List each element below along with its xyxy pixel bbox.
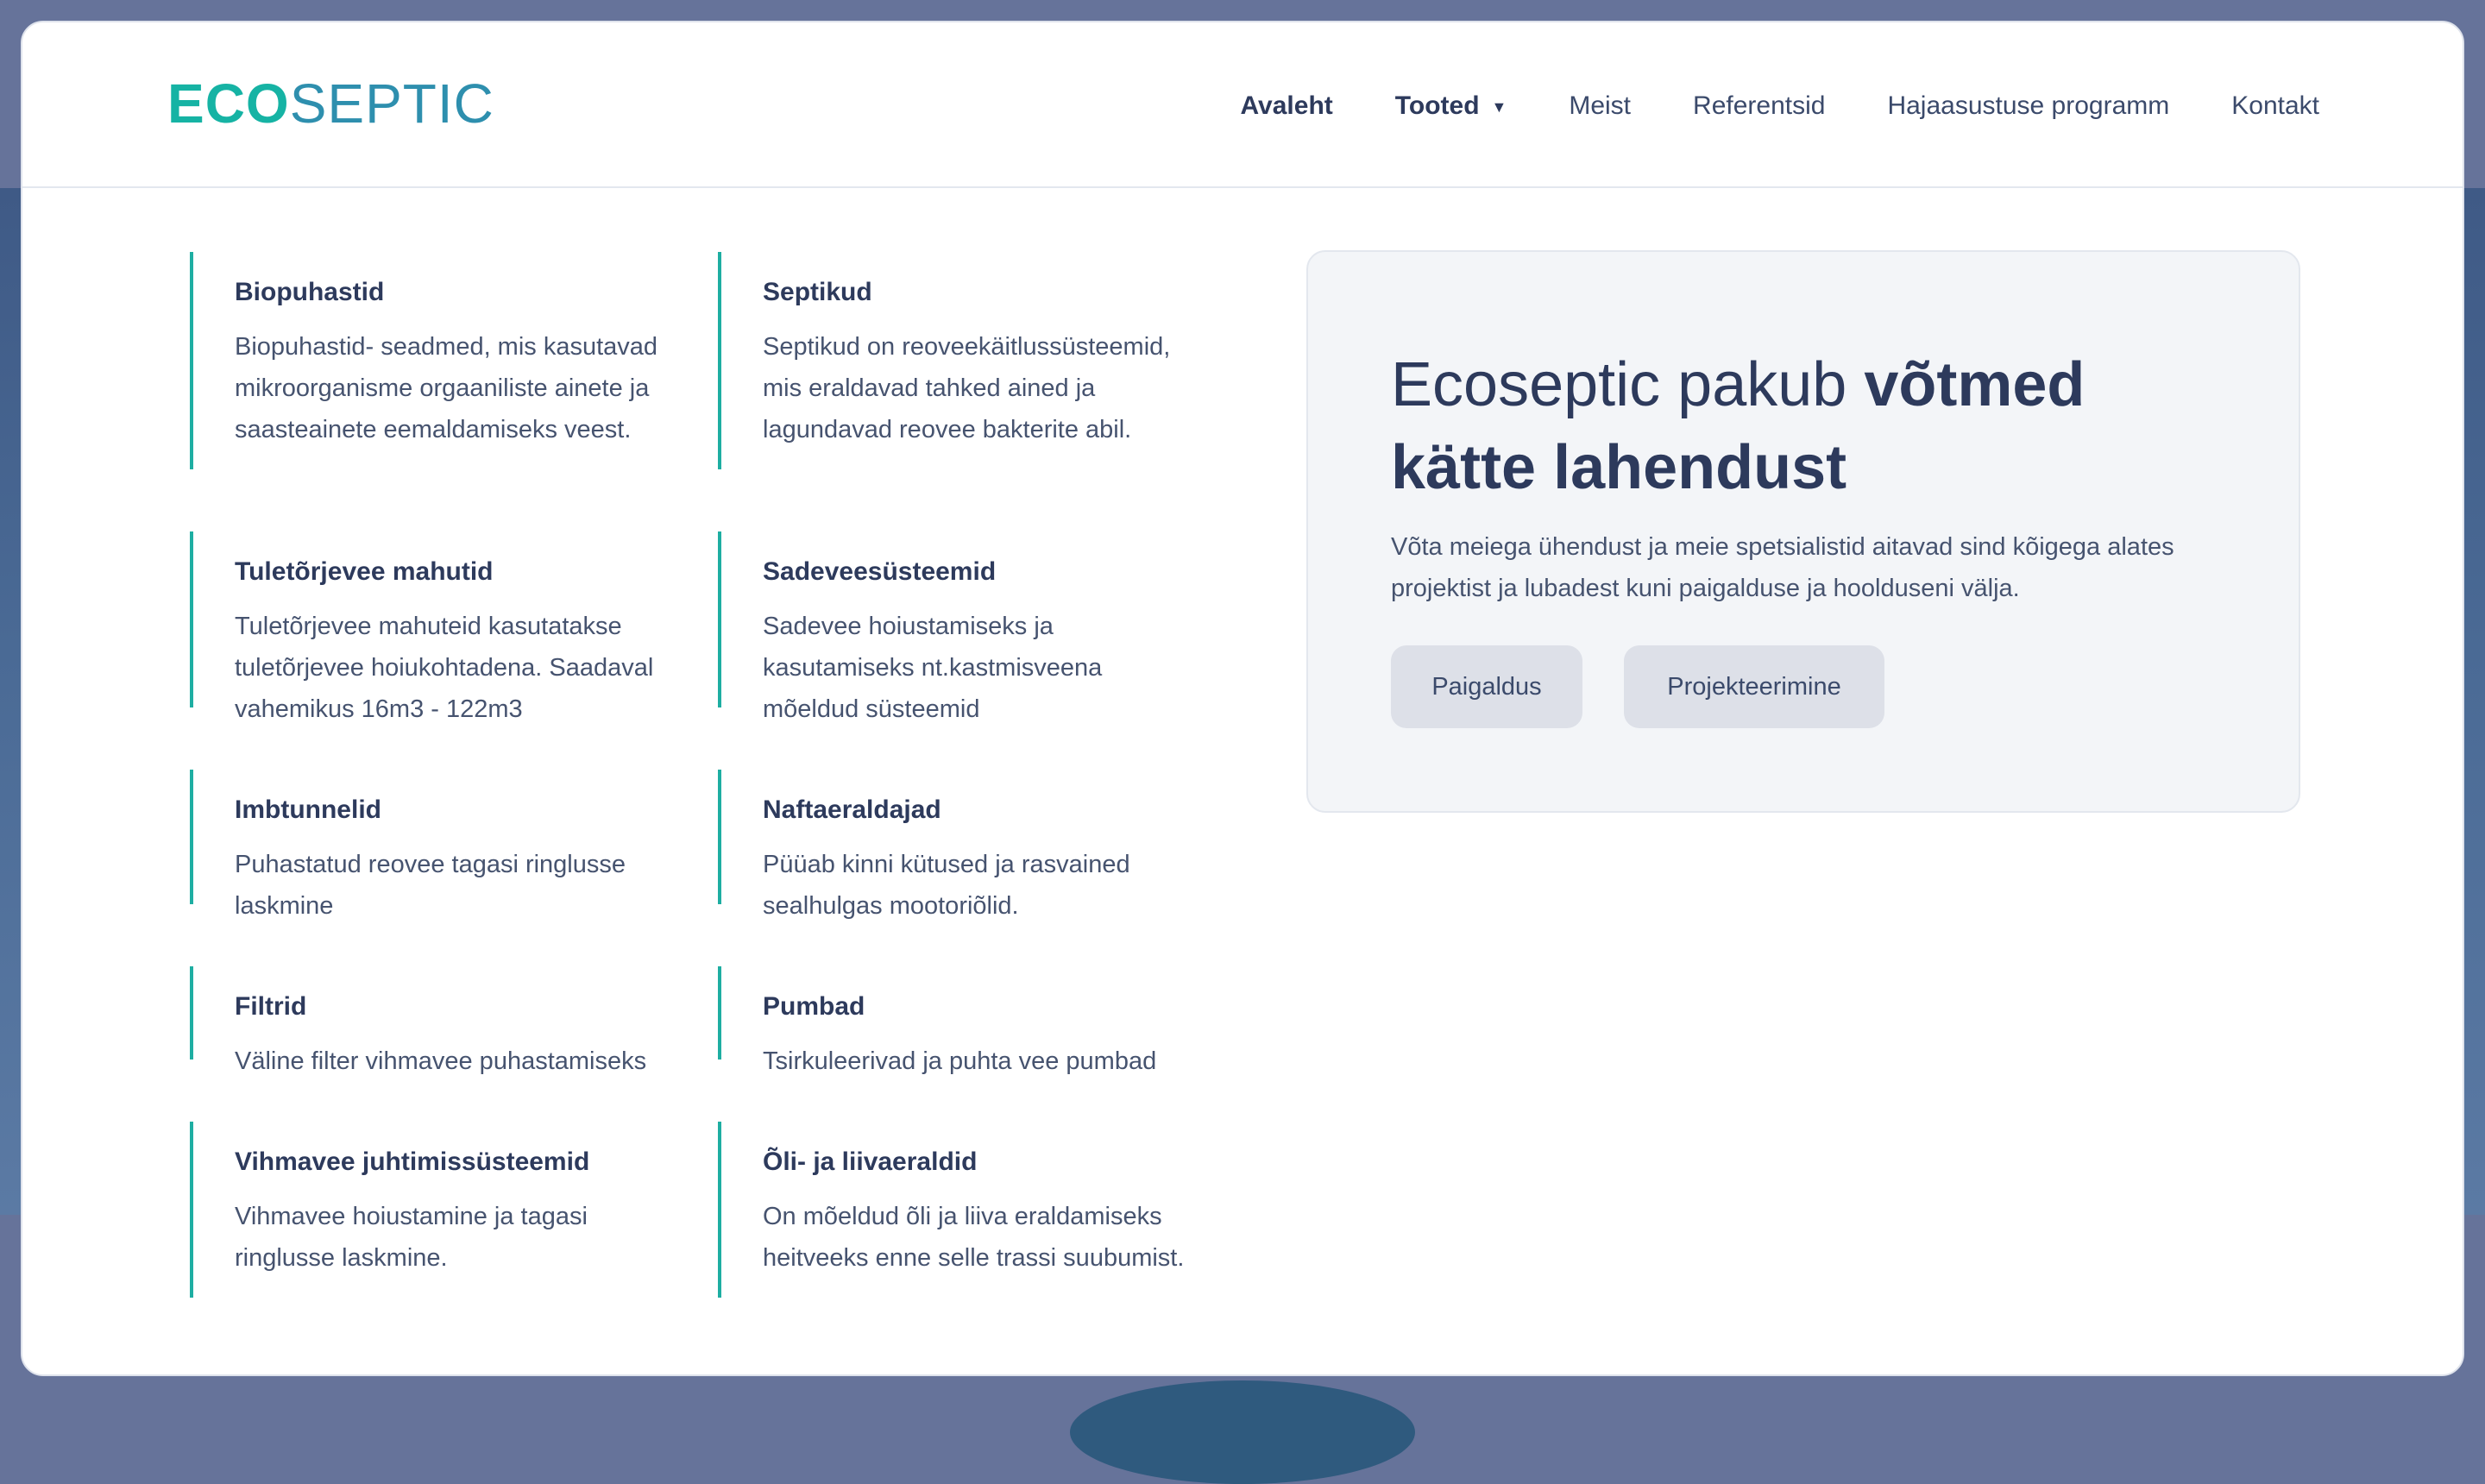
category-description: Biopuhastid- seadmed, mis kasutavad mikr… (235, 333, 658, 443)
category-description: Vihmavee hoiustamine ja tagasi ringlusse… (235, 1203, 588, 1272)
nav-item-avaleht[interactable]: Avaleht (1241, 91, 1333, 121)
category-imbtunnelid[interactable]: Imbtunnelid Puhastatud reovee tagasi rin… (190, 770, 673, 920)
promo-heading-text: Ecoseptic pakub (1391, 350, 1865, 419)
category-description: On mõeldud õli ja liiva eraldamiseks hei… (763, 1203, 1185, 1272)
nav-item-referentsid[interactable]: Referentsid (1693, 91, 1825, 121)
nav-item-hajaasustuse-programm[interactable]: Hajaasustuse programm (1887, 91, 2169, 121)
nav-item-meist[interactable]: Meist (1569, 91, 1631, 121)
category-oli-ja-liivaeraldid[interactable]: Õli- ja liivaeraldid On mõeldud õli ja l… (718, 1122, 1201, 1298)
nav-item-tooted[interactable]: Tooted ▼ (1395, 91, 1507, 121)
promo-heading-bold: võtmed (1864, 350, 2086, 419)
category-title: Imbtunnelid (235, 795, 381, 824)
background-shape (1070, 1380, 1415, 1484)
main-nav: Avaleht Tooted ▼ Meist Referentsid Hajaas… (1241, 91, 2320, 121)
mega-menu-panel: ECOSEPTIC Avaleht Tooted ▼ Meist Referent… (21, 21, 2464, 1376)
category-title: Tuletõrjevee mahutid (235, 557, 494, 586)
logo-septic: SEPTIC (289, 72, 494, 135)
category-title: Õli- ja liivaeraldid (763, 1148, 978, 1176)
category-title: Biopuhastid (235, 278, 385, 306)
caret-down-icon: ▼ (1491, 97, 1507, 116)
category-sadeveesusteemid[interactable]: Sadeveesüsteemid Sadevee hoiustamiseks j… (718, 531, 1201, 723)
category-description: Puhastatud reovee tagasi ringlusse laskm… (235, 851, 626, 920)
category-description: Sadevee hoiustamiseks ja kasutamiseks nt… (763, 613, 1103, 723)
category-description: Septikud on reoveekäitlussüsteemid, mis … (763, 333, 1171, 443)
category-naftaeraldajad[interactable]: Naftaeraldajad Püüab kinni kütused ja ra… (718, 770, 1201, 920)
category-biopuhastid[interactable]: Biopuhastid Biopuhastid- seadmed, mis ka… (190, 252, 673, 469)
category-tuletorjevee-mahutid[interactable]: Tuletõrjevee mahutid Tuletõrjevee mahute… (190, 531, 673, 723)
logo[interactable]: ECOSEPTIC (167, 76, 494, 131)
category-description: Püüab kinni kütused ja rasvained sealhul… (763, 851, 1130, 920)
category-description: Tsirkuleerivad ja puhta vee pumbad (763, 1047, 1157, 1075)
category-title: Septikud (763, 278, 872, 306)
category-vihmavee-juhtimissusteemid[interactable]: Vihmavee juhtimissüsteemid Vihmavee hoiu… (190, 1122, 673, 1298)
promo-subtext: Võta meiega ühendust ja meie spetsialist… (1391, 533, 2174, 602)
promo-heading-bold-2: kätte lahendust (1391, 433, 1847, 502)
category-septikud[interactable]: Septikud Septikud on reoveekäitlussüstee… (718, 252, 1201, 469)
category-title: Filtrid (235, 992, 307, 1021)
logo-eco: ECO (167, 72, 290, 135)
category-title: Pumbad (763, 992, 865, 1021)
projekteerimine-button[interactable]: Projekteerimine (1624, 645, 1884, 728)
category-filtrid[interactable]: Filtrid Väline filter vihmavee puhastami… (190, 966, 673, 1075)
category-title: Vihmavee juhtimissüsteemid (235, 1148, 590, 1176)
site-header: ECOSEPTIC Avaleht Tooted ▼ Meist Referent… (22, 22, 2463, 188)
category-description: Väline filter vihmavee puhastamiseks (235, 1047, 647, 1075)
paigaldus-button[interactable]: Paigaldus (1391, 645, 1582, 728)
nav-item-kontakt[interactable]: Kontakt (2231, 91, 2319, 121)
promo-heading: Ecoseptic pakub võtmed kätte lahendust (1391, 343, 2185, 509)
category-title: Naftaeraldajad (763, 795, 941, 824)
category-description: Tuletõrjevee mahuteid kasutatakse tuletõ… (235, 613, 654, 723)
promo-card: Ecoseptic pakub võtmed kätte lahendust Võ… (1306, 250, 2300, 813)
category-title: Sadeveesüsteemid (763, 557, 997, 586)
nav-item-tooted-label: Tooted (1394, 91, 1480, 120)
category-pumbad[interactable]: Pumbad Tsirkuleerivad ja puhta vee pumba… (718, 966, 1201, 1075)
